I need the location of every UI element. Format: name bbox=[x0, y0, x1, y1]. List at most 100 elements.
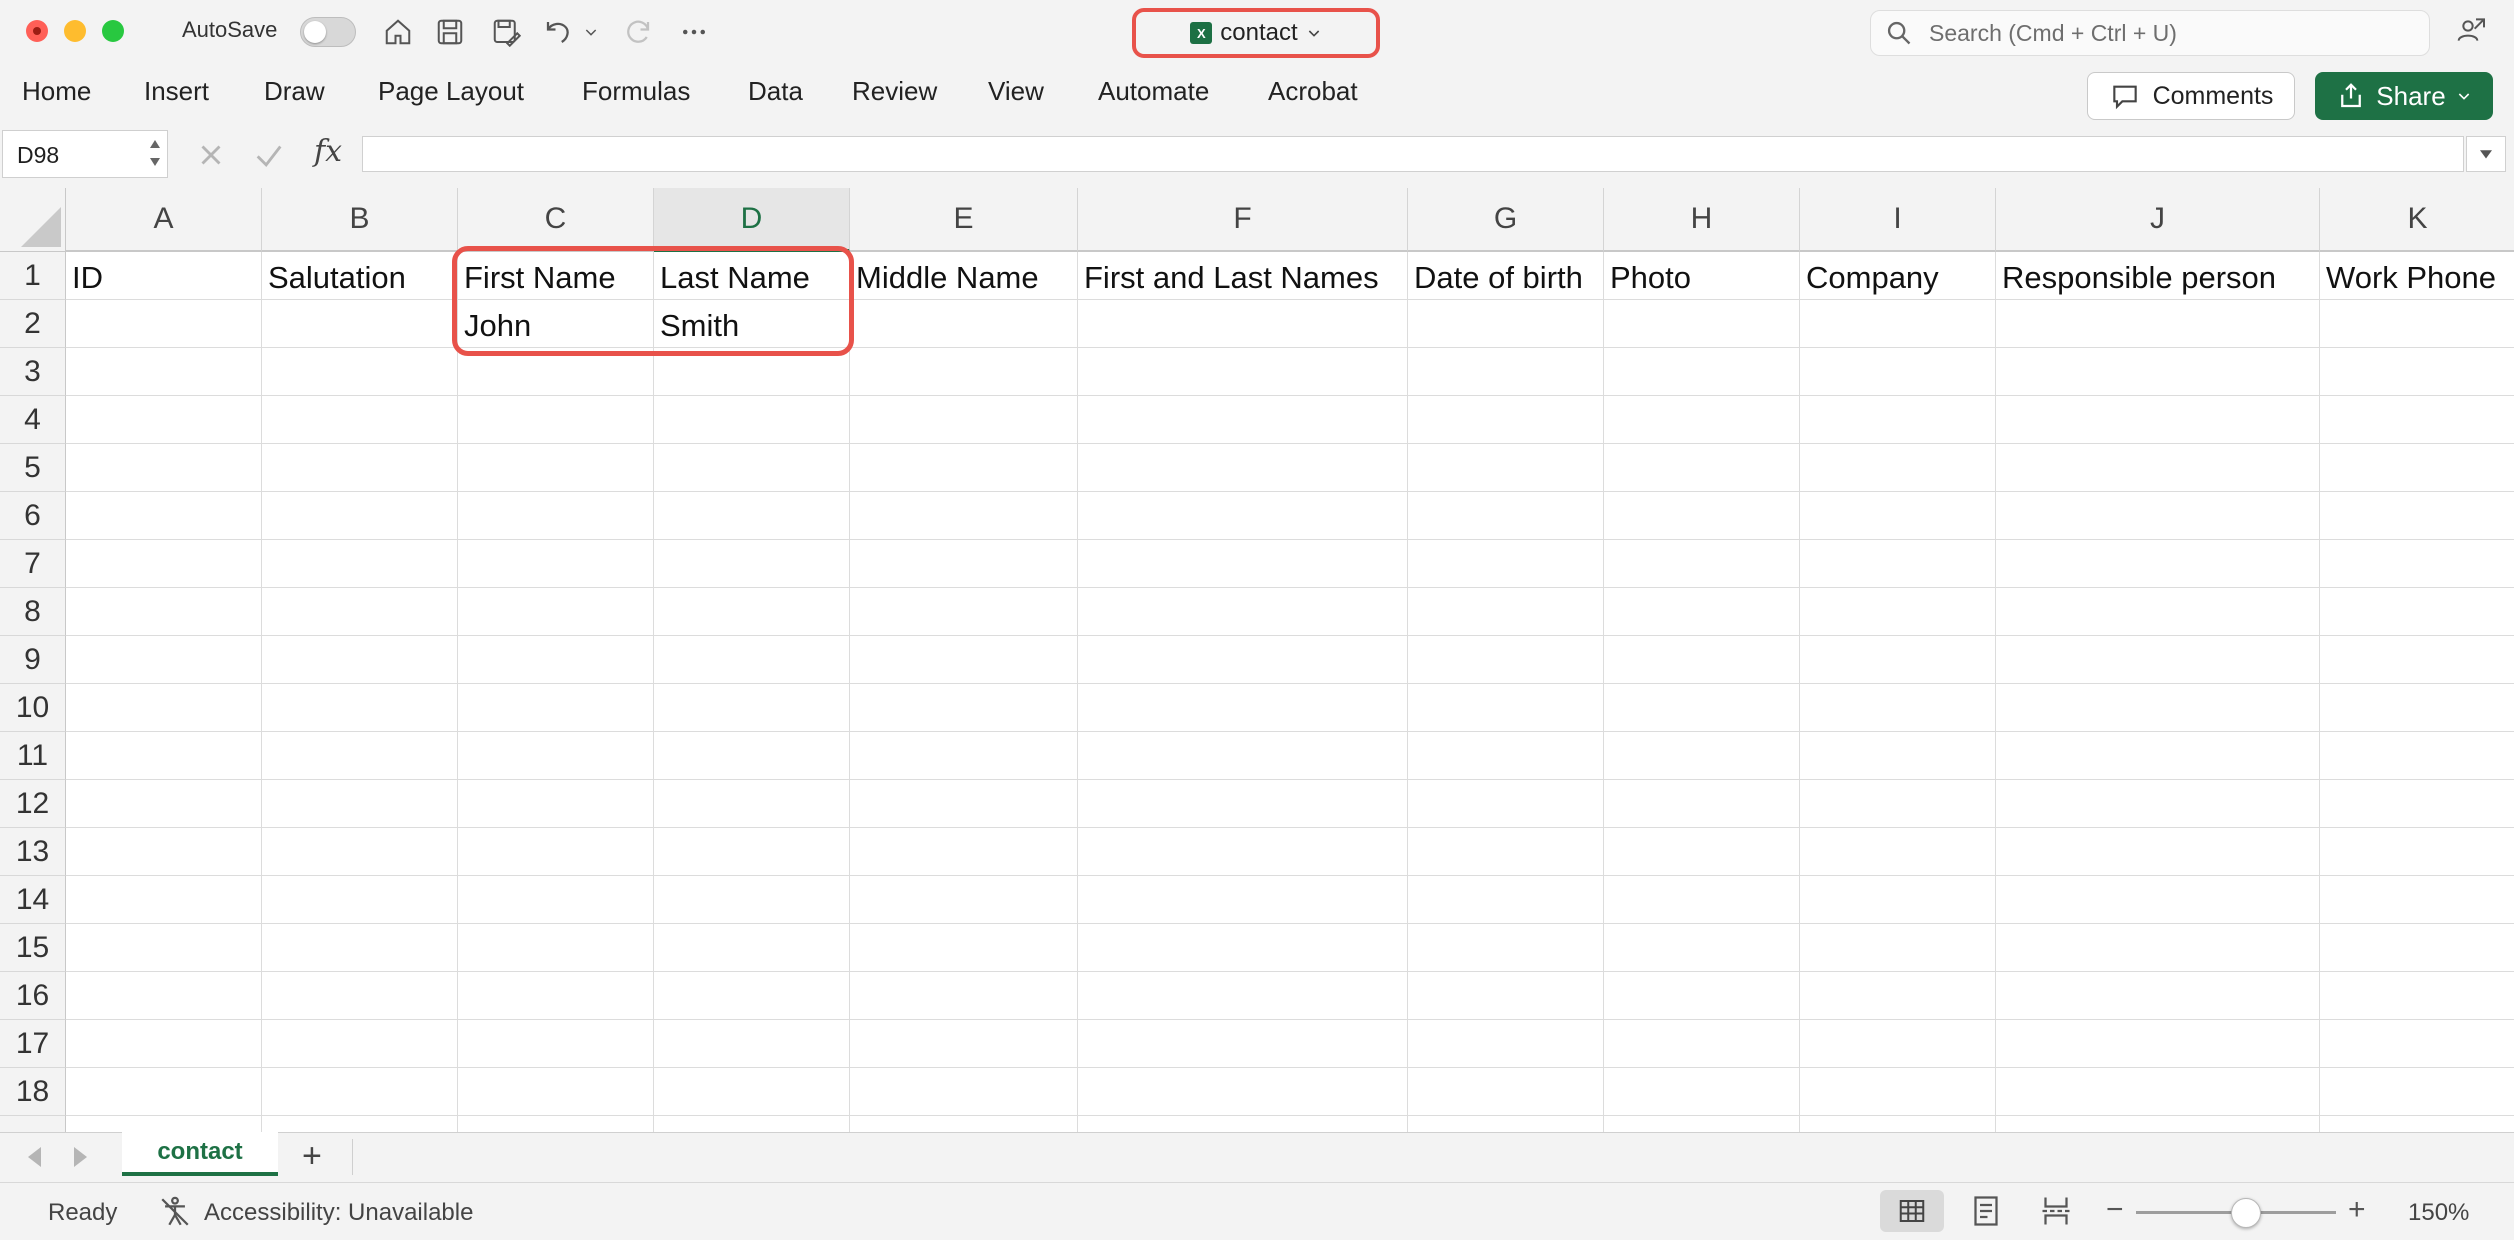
cell[interactable] bbox=[1996, 492, 2320, 540]
cell[interactable] bbox=[1800, 876, 1996, 924]
cell[interactable] bbox=[1996, 1068, 2320, 1116]
cell[interactable] bbox=[66, 876, 262, 924]
cell[interactable] bbox=[458, 828, 654, 876]
column-header-d[interactable]: D bbox=[654, 188, 850, 252]
cell[interactable] bbox=[1604, 1068, 1800, 1116]
next-sheet-icon[interactable] bbox=[74, 1147, 87, 1167]
cell[interactable] bbox=[262, 492, 458, 540]
cell[interactable] bbox=[1996, 780, 2320, 828]
tab-draw[interactable]: Draw bbox=[264, 76, 325, 107]
cell[interactable] bbox=[66, 492, 262, 540]
insert-function-button[interactable]: fx bbox=[314, 134, 342, 169]
cell[interactable] bbox=[654, 780, 850, 828]
cell[interactable] bbox=[1078, 924, 1408, 972]
cell[interactable] bbox=[262, 924, 458, 972]
cell[interactable] bbox=[850, 924, 1078, 972]
row-header-17[interactable]: 17 bbox=[0, 1020, 66, 1068]
cell[interactable] bbox=[458, 1020, 654, 1068]
sheet-tab-contact[interactable]: contact bbox=[122, 1132, 278, 1176]
tab-view[interactable]: View bbox=[988, 76, 1044, 107]
cell[interactable] bbox=[1604, 972, 1800, 1020]
cell[interactable] bbox=[1996, 876, 2320, 924]
cell[interactable] bbox=[1408, 876, 1604, 924]
cell[interactable] bbox=[1800, 1116, 1996, 1132]
confirm-entry-icon[interactable] bbox=[252, 138, 286, 172]
cell[interactable] bbox=[1800, 540, 1996, 588]
cell[interactable] bbox=[1800, 924, 1996, 972]
tab-data[interactable]: Data bbox=[748, 76, 803, 107]
cell[interactable] bbox=[1078, 636, 1408, 684]
cell[interactable] bbox=[2320, 348, 2514, 396]
autosave-toggle[interactable] bbox=[300, 17, 356, 47]
row-header-5[interactable]: 5 bbox=[0, 444, 66, 492]
row-header-3[interactable]: 3 bbox=[0, 348, 66, 396]
cell[interactable] bbox=[1800, 444, 1996, 492]
cell[interactable] bbox=[66, 684, 262, 732]
row-header-18[interactable]: 18 bbox=[0, 1068, 66, 1116]
column-header-i[interactable]: I bbox=[1800, 188, 1996, 252]
cell[interactable] bbox=[1408, 396, 1604, 444]
cell[interactable] bbox=[1996, 348, 2320, 396]
cell[interactable] bbox=[1800, 972, 1996, 1020]
redo-icon[interactable] bbox=[620, 14, 656, 50]
cell[interactable] bbox=[2320, 876, 2514, 924]
cell[interactable] bbox=[2320, 588, 2514, 636]
cell[interactable] bbox=[66, 1068, 262, 1116]
cell[interactable] bbox=[1408, 828, 1604, 876]
cell[interactable] bbox=[1604, 924, 1800, 972]
cell[interactable] bbox=[850, 828, 1078, 876]
cell[interactable] bbox=[1408, 300, 1604, 348]
cell[interactable] bbox=[66, 540, 262, 588]
cell[interactable] bbox=[1996, 636, 2320, 684]
cell[interactable] bbox=[262, 1116, 458, 1132]
cell[interactable] bbox=[1078, 1020, 1408, 1068]
cell[interactable] bbox=[458, 1116, 654, 1132]
cell[interactable] bbox=[1078, 396, 1408, 444]
cell[interactable] bbox=[1078, 348, 1408, 396]
cell[interactable] bbox=[850, 1020, 1078, 1068]
cell[interactable] bbox=[66, 396, 262, 444]
cell[interactable] bbox=[66, 348, 262, 396]
cell[interactable] bbox=[654, 972, 850, 1020]
zoom-out-button[interactable]: − bbox=[2106, 1193, 2124, 1227]
add-sheet-button[interactable]: + bbox=[302, 1137, 322, 1176]
cell[interactable] bbox=[262, 972, 458, 1020]
cell[interactable] bbox=[1604, 1020, 1800, 1068]
cell[interactable]: Work Phone bbox=[2320, 252, 2514, 300]
cell[interactable] bbox=[262, 348, 458, 396]
cell[interactable]: Responsible person bbox=[1996, 252, 2320, 300]
cell[interactable] bbox=[1800, 348, 1996, 396]
cell[interactable] bbox=[1996, 924, 2320, 972]
cell[interactable] bbox=[654, 684, 850, 732]
page-break-view-icon[interactable] bbox=[2038, 1193, 2074, 1229]
cell[interactable] bbox=[262, 876, 458, 924]
cell[interactable] bbox=[1996, 1020, 2320, 1068]
cell[interactable] bbox=[1996, 1116, 2320, 1132]
cell[interactable] bbox=[1604, 780, 1800, 828]
column-header-j[interactable]: J bbox=[1996, 188, 2320, 252]
cell[interactable] bbox=[262, 1068, 458, 1116]
cell[interactable] bbox=[66, 444, 262, 492]
cell[interactable] bbox=[1078, 780, 1408, 828]
zoom-slider-thumb[interactable] bbox=[2231, 1198, 2261, 1228]
cell[interactable]: ID bbox=[66, 252, 262, 300]
cell[interactable] bbox=[2320, 300, 2514, 348]
row-header-12[interactable]: 12 bbox=[0, 780, 66, 828]
search-box[interactable]: Search (Cmd + Ctrl + U) bbox=[1870, 10, 2430, 56]
cell[interactable] bbox=[1408, 732, 1604, 780]
cell[interactable] bbox=[262, 444, 458, 492]
cell[interactable] bbox=[458, 588, 654, 636]
cell[interactable] bbox=[1996, 300, 2320, 348]
comments-button[interactable]: Comments bbox=[2087, 72, 2295, 120]
cell[interactable] bbox=[1800, 828, 1996, 876]
cell[interactable] bbox=[850, 540, 1078, 588]
cell[interactable] bbox=[1604, 396, 1800, 444]
name-box-stepper-icon[interactable] bbox=[148, 134, 162, 172]
cell[interactable] bbox=[66, 972, 262, 1020]
cell[interactable] bbox=[66, 588, 262, 636]
cell[interactable] bbox=[1604, 1116, 1800, 1132]
column-header-a[interactable]: A bbox=[66, 188, 262, 252]
cell[interactable] bbox=[1800, 1068, 1996, 1116]
cell[interactable] bbox=[1408, 444, 1604, 492]
cell[interactable] bbox=[262, 396, 458, 444]
